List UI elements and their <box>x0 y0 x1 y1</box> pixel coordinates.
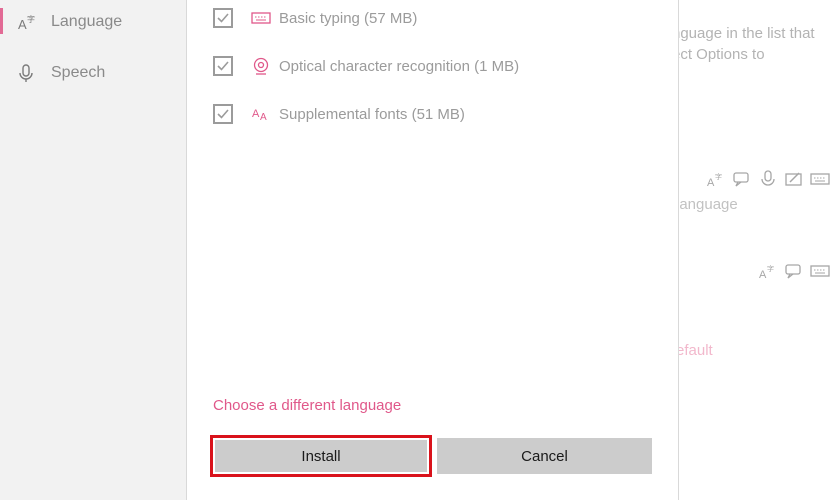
svg-text:字: 字 <box>27 14 35 24</box>
language-features-row-2: A字 <box>758 262 830 285</box>
checkbox-basic-typing[interactable] <box>213 8 233 28</box>
speech-bubble-icon <box>732 170 752 193</box>
nav-item-speech[interactable]: Speech <box>0 51 187 95</box>
choose-different-language-link[interactable]: Choose a different language <box>213 397 401 414</box>
settings-nav-pane: A字 Language Speech <box>0 0 187 500</box>
checkmark-icon <box>217 109 229 119</box>
keyboard-icon <box>810 262 830 285</box>
checkmark-icon <box>217 61 229 71</box>
ocr-camera-icon <box>251 56 271 76</box>
checkbox-supplemental-fonts[interactable] <box>213 104 233 124</box>
microphone-icon <box>758 170 778 193</box>
install-language-features-dialog: Basic typing (57 MB) Optical character r… <box>187 0 678 500</box>
bg-description-line1: nguage in the list that <box>672 25 815 42</box>
option-label: Optical character recognition (1 MB) <box>279 57 520 75</box>
option-ocr[interactable]: Optical character recognition (1 MB) <box>213 51 519 81</box>
keyboard-icon <box>251 8 271 28</box>
option-label: Basic typing (57 MB) <box>279 9 418 27</box>
checkmark-icon <box>217 13 229 23</box>
language-settings-background: nguage in the list that ect Options to A… <box>672 0 840 500</box>
keyboard-icon <box>810 170 830 193</box>
option-supplemental-fonts[interactable]: AA Supplemental fonts (51 MB) <box>213 99 465 129</box>
microphone-icon <box>16 63 36 83</box>
bg-language-label: language <box>676 196 738 213</box>
svg-text:A: A <box>759 269 767 280</box>
nav-item-language[interactable]: A字 Language <box>0 0 187 44</box>
language-icon: A字 <box>16 12 36 32</box>
bg-description-line2: ect Options to <box>672 46 765 63</box>
fonts-icon: AA <box>251 104 271 124</box>
checkbox-ocr[interactable] <box>213 56 233 76</box>
option-basic-typing[interactable]: Basic typing (57 MB) <box>213 3 417 33</box>
svg-text:字: 字 <box>767 264 774 273</box>
nav-item-label: Language <box>51 13 123 30</box>
nav-item-label: Speech <box>51 64 106 81</box>
svg-text:A: A <box>18 17 27 32</box>
handwriting-icon <box>784 170 804 193</box>
option-label: Supplemental fonts (51 MB) <box>279 105 465 123</box>
svg-text:字: 字 <box>715 172 722 181</box>
display-language-icon: A字 <box>706 170 726 193</box>
svg-text:A: A <box>707 177 715 188</box>
svg-text:A: A <box>252 108 260 120</box>
install-button[interactable]: Install <box>210 435 432 477</box>
cancel-button[interactable]: Cancel <box>437 438 652 474</box>
bg-set-default-link[interactable]: efault <box>676 342 713 359</box>
language-features-row-1: A字 <box>706 170 830 193</box>
display-language-icon: A字 <box>758 262 778 285</box>
svg-text:A: A <box>260 112 267 123</box>
speech-bubble-icon <box>784 262 804 285</box>
